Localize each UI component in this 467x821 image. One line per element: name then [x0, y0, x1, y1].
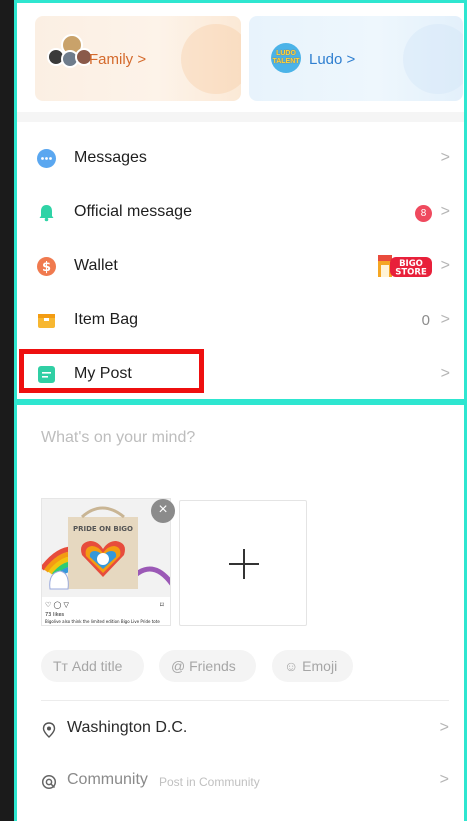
divider [41, 700, 449, 701]
ludo-icon-subtext: TALENT [272, 58, 300, 65]
unread-count-badge: 8 [415, 205, 432, 222]
menu-label: Messages [74, 149, 147, 166]
remove-image-close-icon[interactable]: × [151, 499, 175, 523]
chevron-right-icon: > [440, 149, 450, 166]
chevron-right-icon: > [440, 311, 450, 328]
chevron-right-icon: > [439, 771, 449, 788]
ludo-talent-icon: LUDO TALENT [271, 43, 301, 73]
family-badge-icon [47, 34, 93, 72]
compose-post-panel: What's on your mind? PRIDE ON BIGO ♡ ◯ ▽… [14, 402, 467, 821]
menu-item-item-bag[interactable]: Item Bag 0 > [17, 293, 464, 347]
svg-text:⌑: ⌑ [160, 601, 164, 609]
add-image-button[interactable] [179, 500, 307, 626]
attached-image-thumbnail[interactable]: PRIDE ON BIGO ♡ ◯ ▽ ⌑ 73 likes Bigolive … [41, 498, 171, 626]
store-text: STORE [395, 268, 427, 278]
tote-banner-text: PRIDE ON BIGO [73, 525, 133, 533]
item-count: 0 [421, 312, 430, 329]
likes-text: 73 likes [45, 612, 65, 618]
emoji-chip[interactable]: ☺ Emoji [272, 650, 353, 682]
svg-text:$: $ [42, 260, 51, 275]
bell-icon [37, 203, 56, 222]
chevron-right-icon: > [439, 719, 449, 736]
menu-item-wallet[interactable]: $ Wallet BIGO STORE > [17, 239, 464, 293]
post-text-input[interactable]: What's on your mind? [41, 429, 195, 447]
mention-friends-chip[interactable]: @ Friends [159, 650, 256, 682]
feature-cards: Family > LUDO TALENT Ludo > [35, 16, 467, 102]
menu-label: Wallet [74, 257, 118, 274]
ludo-decoration [403, 24, 463, 94]
menu-item-messages[interactable]: Messages > [17, 131, 464, 185]
chat-bubble-icon [37, 149, 56, 168]
ludo-label: Ludo > [309, 51, 356, 68]
dollar-icon: $ [37, 257, 56, 276]
family-card[interactable]: Family > [35, 16, 241, 101]
package-icon [37, 311, 56, 330]
location-row[interactable]: Washington D.C. > [41, 716, 449, 746]
chevron-right-icon: > [440, 203, 450, 220]
ludo-card[interactable]: LUDO TALENT Ludo > [249, 16, 463, 101]
svg-text:♡ ◯ ▽: ♡ ◯ ▽ [45, 601, 70, 609]
community-icon [41, 774, 57, 790]
location-text: Washington D.C. [67, 719, 188, 736]
community-subtext: Post in Community [159, 775, 260, 789]
app-frame: Family > LUDO TALENT Ludo > Messages > O… [14, 0, 467, 821]
chevron-right-icon: > [440, 257, 450, 274]
plus-icon [243, 549, 245, 579]
location-pin-icon [41, 722, 57, 738]
ludo-icon-text: LUDO [276, 50, 296, 57]
menu-label: Official message [74, 203, 192, 220]
menu-item-official-message[interactable]: Official message 8 > [17, 185, 464, 239]
menu-label: Item Bag [74, 311, 139, 328]
add-title-chip[interactable]: Tт Add title [41, 650, 144, 682]
family-decoration [181, 24, 241, 94]
bigo-store-icon[interactable]: BIGO STORE [376, 249, 434, 281]
caption-text: Bigolive also think the limited edition … [45, 619, 160, 624]
community-text: Community [67, 771, 148, 788]
community-row[interactable]: Community Post in Community > [41, 768, 449, 798]
section-separator [17, 112, 464, 122]
my-post-highlight [19, 349, 204, 393]
chevron-right-icon: > [440, 365, 450, 382]
profile-menu-panel: Family > LUDO TALENT Ludo > Messages > O… [14, 0, 467, 402]
family-label: Family > [89, 51, 147, 68]
